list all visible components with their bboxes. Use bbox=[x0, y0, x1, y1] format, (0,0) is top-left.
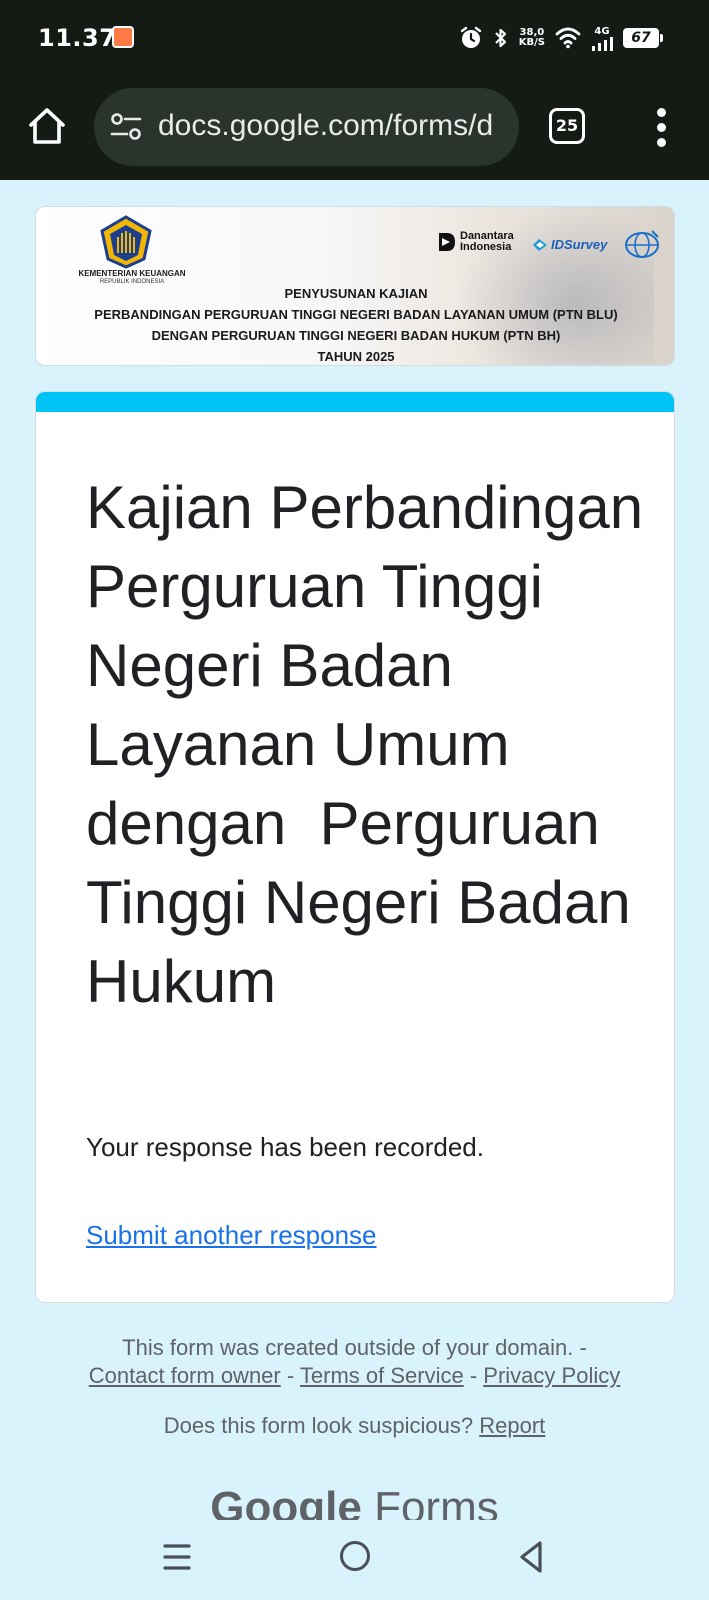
form-footer: This form was created outside of your do… bbox=[0, 1334, 709, 1440]
danantara-mark-icon bbox=[439, 233, 455, 251]
domain-notice: This form was created outside of your do… bbox=[122, 1335, 587, 1360]
tabs-icon[interactable]: 25 bbox=[549, 108, 585, 144]
battery-icon: 67 bbox=[623, 28, 663, 48]
suspicious-notice: Does this form look suspicious? Report bbox=[163, 1413, 546, 1438]
danantara-logo: Danantara Indonesia bbox=[438, 231, 514, 253]
report-link[interactable]: Report bbox=[479, 1413, 545, 1438]
google-forms-logo[interactable]: Google Forms bbox=[0, 1482, 709, 1520]
back-icon[interactable] bbox=[518, 1540, 544, 1574]
bluetooth-icon bbox=[494, 28, 506, 48]
recent-apps-icon[interactable] bbox=[163, 1542, 191, 1572]
alarm-icon bbox=[460, 26, 481, 48]
home-icon[interactable] bbox=[26, 105, 68, 147]
agency-name: KEMENTERIAN KEUANGAN bbox=[78, 269, 186, 278]
status-icons: 38,0 KB/S 4G 67 bbox=[459, 24, 663, 52]
submit-another-link[interactable]: Submit another response bbox=[86, 1220, 377, 1251]
network-speed: 38,0 KB/S bbox=[518, 27, 545, 48]
privacy-link[interactable]: Privacy Policy bbox=[483, 1363, 620, 1388]
idsurvey-mark-icon bbox=[533, 238, 547, 251]
home-circle-icon[interactable] bbox=[340, 1541, 370, 1571]
clock: 11.37 bbox=[38, 24, 117, 52]
confirmation-card: Kajian Perbandingan Perguruan Tinggi Neg… bbox=[35, 391, 675, 1303]
kemenkeu-logo bbox=[100, 215, 152, 269]
overflow-menu-icon[interactable] bbox=[650, 106, 674, 150]
card-accent-bar bbox=[36, 392, 674, 412]
confirmation-message: Your response has been recorded. bbox=[86, 1132, 484, 1162]
terms-link[interactable]: Terms of Service bbox=[300, 1363, 464, 1388]
url-text[interactable]: docs.google.com/forms/d bbox=[158, 109, 493, 143]
form-header-banner: KEMENTERIAN KEUANGAN REPUBLIK INDONESIA … bbox=[35, 206, 675, 366]
contact-owner-link[interactable]: Contact form owner bbox=[89, 1363, 281, 1388]
status-bar: 11.37 38,0 KB/S 4G 67 bbox=[0, 0, 709, 78]
address-bar[interactable]: docs.google.com/forms/d bbox=[94, 88, 519, 166]
wifi-icon bbox=[555, 27, 581, 49]
idsurvey-logo: IDSurvey bbox=[532, 237, 607, 252]
signal-icon bbox=[592, 36, 613, 51]
system-nav-bar bbox=[0, 1520, 709, 1600]
site-settings-icon[interactable] bbox=[110, 112, 142, 142]
globe-logo-icon bbox=[625, 230, 659, 258]
browser-toolbar: docs.google.com/forms/d 25 bbox=[0, 78, 709, 180]
banner-text: PENYUSUNAN KAJIAN PERBANDINGAN PERGURUAN… bbox=[94, 286, 618, 364]
app-notification-icon bbox=[112, 26, 134, 48]
cell-signal: 4G bbox=[591, 26, 613, 51]
form-title: Kajian Perbandingan Perguruan Tinggi Neg… bbox=[86, 474, 660, 1015]
footer-links: Contact form owner - Terms of Service - … bbox=[88, 1363, 621, 1388]
